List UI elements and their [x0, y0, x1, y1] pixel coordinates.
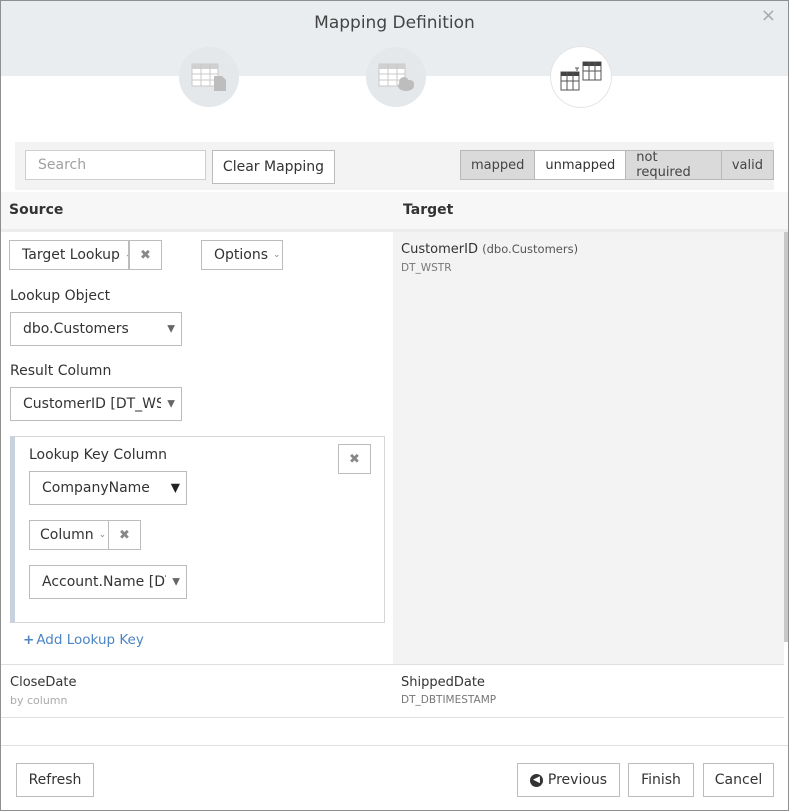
filter-mapped[interactable]: mapped — [461, 151, 536, 179]
key-type-value: Column — [40, 527, 94, 543]
lookup-object-label: Lookup Object — [10, 288, 111, 304]
close-icon: ✖ — [140, 247, 151, 263]
finish-button[interactable]: Finish — [628, 763, 694, 797]
result-column-select[interactable]: CustomerID [DT_WSTR] ▼ — [10, 387, 182, 421]
filter-unmapped[interactable]: unmapped — [535, 151, 627, 179]
refresh-button[interactable]: Refresh — [16, 763, 94, 797]
mapping-type-value: Target Lookup — [22, 247, 120, 263]
options-dropdown[interactable]: Options ⌄ — [201, 240, 283, 270]
step-mapping[interactable] — [551, 47, 611, 107]
source-column-header: Source — [9, 202, 64, 218]
row-divider — [1, 664, 784, 665]
key-type-dropdown[interactable]: Column ⌄ — [29, 520, 109, 550]
dialog-title: Mapping Definition — [314, 13, 475, 33]
target-table-label: (dbo.Customers) — [482, 242, 579, 256]
target-field-name-2: ShippedDate — [401, 675, 485, 690]
target-field-label: CustomerID — [401, 242, 478, 257]
lookup-key-panel: Lookup Key Column ✖ CompanyName ▼ Column… — [10, 436, 385, 623]
table-mapping-icon — [560, 61, 602, 91]
mapping-type-dropdown[interactable]: Target Lookup ⌄ — [9, 240, 129, 270]
column-headers: Source Target — [1, 192, 788, 232]
lookup-key-column-label: Lookup Key Column — [29, 447, 168, 463]
close-icon[interactable]: × — [761, 5, 776, 26]
chevron-down-icon: ⌄ — [98, 530, 107, 540]
result-column-value: CustomerID [DT_WSTR] — [23, 396, 161, 412]
target-field-type-2: DT_DBTIMESTAMP — [401, 694, 497, 706]
filter-valid[interactable]: valid — [721, 151, 773, 179]
search-input[interactable] — [25, 150, 206, 180]
caret-down-icon: ▼ — [170, 480, 180, 495]
filter-not-required[interactable]: not required — [626, 150, 722, 180]
scrollbar[interactable] — [784, 232, 788, 642]
lookup-key-value: CompanyName — [42, 480, 150, 496]
target-column-header: Target — [403, 202, 454, 218]
result-column-label: Result Column — [10, 363, 112, 379]
lookup-object-select[interactable]: dbo.Customers ▼ — [10, 312, 182, 346]
dialog-footer: Refresh ◀ Previous Finish Cancel — [1, 745, 788, 810]
step-target-cloud[interactable] — [366, 47, 426, 107]
plus-icon: + — [23, 632, 35, 648]
caret-down-icon: ▼ — [167, 398, 175, 410]
remove-key-type-button[interactable]: ✖ — [108, 520, 141, 550]
remove-mapping-button[interactable]: ✖ — [129, 240, 162, 270]
table-file-icon — [191, 63, 226, 91]
mapping-dialog: Mapping Definition × Search Clear Mappin… — [0, 0, 789, 811]
mapping-list: Target Lookup ⌄ ✖ Options ⌄ Lookup Objec… — [1, 232, 788, 731]
add-lookup-key-label: Add Lookup Key — [36, 632, 144, 648]
source-field-name: CloseDate — [10, 675, 77, 690]
lookup-key-select[interactable]: CompanyName ▼ — [29, 471, 187, 505]
add-lookup-key-link[interactable]: + Add Lookup Key — [23, 632, 144, 648]
caret-down-icon: ▼ — [167, 323, 175, 335]
table-cloud-icon — [378, 63, 414, 91]
step-source-file[interactable] — [179, 47, 239, 107]
clear-mapping-button[interactable]: Clear Mapping — [212, 150, 335, 184]
close-icon: ✖ — [119, 527, 130, 543]
filter-group: mapped unmapped not required valid — [460, 150, 774, 180]
target-field-name: CustomerID (dbo.Customers) — [401, 242, 578, 257]
arrow-left-icon: ◀ — [529, 773, 543, 787]
key-column-value: Account.Name [DT_WSTR] — [42, 574, 166, 590]
row1-target-cell — [393, 232, 784, 664]
cancel-button[interactable]: Cancel — [703, 763, 774, 797]
row-divider — [1, 717, 784, 718]
mapping-toolbar: Clear Mapping mapped unmapped not requir… — [15, 142, 774, 190]
options-label: Options — [214, 247, 269, 263]
lookup-object-value: dbo.Customers — [23, 321, 129, 337]
chevron-down-icon: ⌄ — [273, 250, 281, 260]
target-field-type: DT_WSTR — [401, 262, 452, 274]
close-icon: ✖ — [349, 451, 360, 467]
previous-button[interactable]: ◀ Previous — [517, 763, 620, 797]
caret-down-icon: ▼ — [172, 576, 180, 588]
key-column-select[interactable]: Account.Name [DT_WSTR] ▼ — [29, 565, 187, 599]
previous-label: Previous — [547, 772, 608, 788]
source-field-mode: by column — [10, 694, 68, 707]
remove-lookup-key-button[interactable]: ✖ — [338, 444, 371, 474]
